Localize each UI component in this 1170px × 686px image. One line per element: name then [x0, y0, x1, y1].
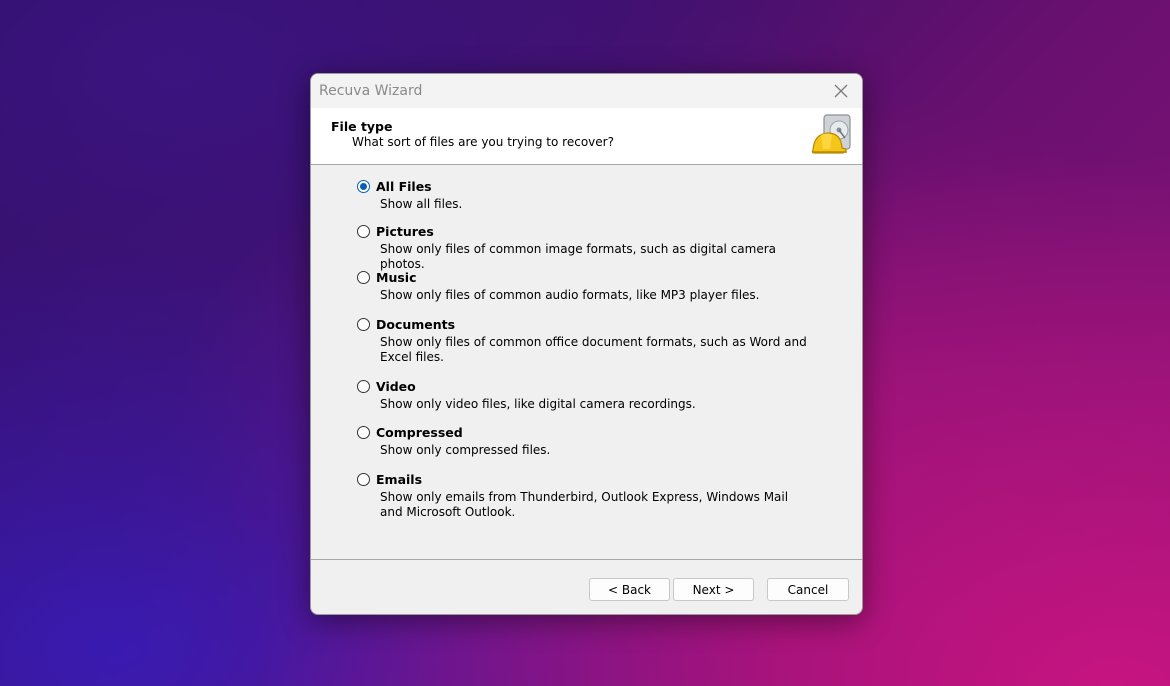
option-description: Show only files of common image formats,… [380, 242, 777, 271]
radio-emails[interactable] [357, 473, 370, 486]
title-bar[interactable]: Recuva Wizard [311, 74, 862, 108]
option-label[interactable]: Documents [376, 317, 455, 332]
cancel-button[interactable]: Cancel [767, 578, 849, 601]
file-type-options: All Files Show all files. Pictures Show … [311, 165, 862, 558]
close-button[interactable] [820, 74, 862, 108]
option-description: Show only files of common office documen… [380, 335, 807, 364]
option-label[interactable]: Music [376, 270, 416, 285]
radio-compressed[interactable] [357, 426, 370, 439]
option-label[interactable]: Compressed [376, 425, 463, 440]
page-subtitle: What sort of files are you trying to rec… [352, 135, 614, 149]
recuva-hardhat-drive-icon [811, 114, 851, 154]
next-button[interactable]: Next > [673, 578, 754, 601]
radio-video[interactable] [357, 380, 370, 393]
wizard-header: File type What sort of files are you try… [311, 108, 862, 165]
option-label[interactable]: Pictures [376, 224, 434, 239]
footer-divider [311, 559, 862, 560]
option-description: Show only compressed files. [380, 443, 551, 457]
recuva-wizard-dialog: Recuva Wizard File type What sort of fil… [310, 73, 863, 615]
option-label[interactable]: Emails [376, 472, 422, 487]
radio-all-files[interactable] [357, 180, 370, 193]
page-title: File type [331, 119, 393, 134]
option-description: Show only video files, like digital came… [380, 397, 696, 411]
radio-pictures[interactable] [357, 225, 370, 238]
radio-documents[interactable] [357, 318, 370, 331]
radio-music[interactable] [357, 271, 370, 284]
option-label[interactable]: All Files [376, 179, 432, 194]
option-description: Show only files of common audio formats,… [380, 288, 760, 302]
window-title: Recuva Wizard [319, 83, 423, 99]
close-icon [834, 84, 848, 98]
option-description: Show all files. [380, 197, 463, 211]
option-description: Show only emails from Thunderbird, Outlo… [380, 490, 789, 519]
back-button[interactable]: < Back [589, 578, 670, 601]
option-label[interactable]: Video [376, 379, 416, 394]
